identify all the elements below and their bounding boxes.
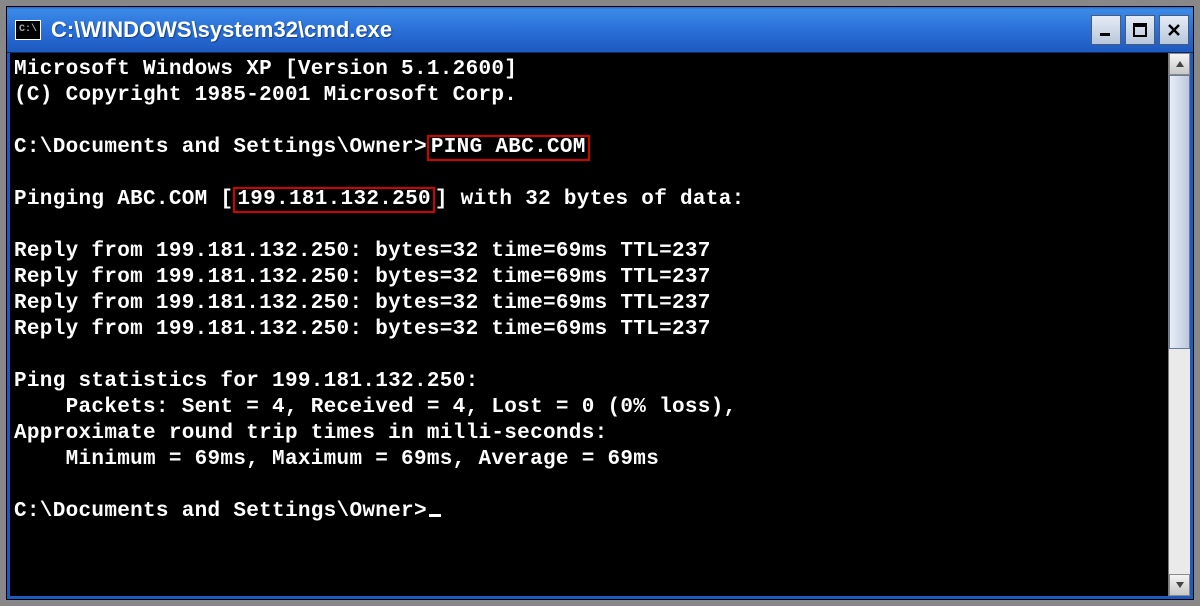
scroll-up-button[interactable] [1169, 53, 1190, 75]
close-button[interactable] [1159, 15, 1189, 45]
client-area: Microsoft Windows XP [Version 5.1.2600] … [7, 53, 1193, 599]
cmd-icon: C:\ [15, 20, 41, 40]
copyright-line: (C) Copyright 1985-2001 Microsoft Corp. [14, 84, 517, 107]
cursor-icon [429, 514, 441, 517]
stats-packets: Packets: Sent = 4, Received = 4, Lost = … [14, 396, 737, 419]
stats-approx: Approximate round trip times in milli-se… [14, 422, 608, 445]
scroll-track[interactable] [1169, 75, 1190, 574]
scroll-down-button[interactable] [1169, 574, 1190, 596]
window-controls [1091, 15, 1189, 45]
reply-line: Reply from 199.181.132.250: bytes=32 tim… [14, 240, 711, 263]
vertical-scrollbar[interactable] [1168, 53, 1190, 596]
maximize-button[interactable] [1125, 15, 1155, 45]
reply-line: Reply from 199.181.132.250: bytes=32 tim… [14, 292, 711, 315]
prompt-1: C:\Documents and Settings\Owner> [14, 136, 427, 159]
reply-line: Reply from 199.181.132.250: bytes=32 tim… [14, 318, 711, 341]
ping-command-highlight: PING ABC.COM [427, 135, 590, 161]
scroll-thumb[interactable] [1169, 75, 1190, 349]
window-title: C:\WINDOWS\system32\cmd.exe [51, 17, 1091, 43]
version-line: Microsoft Windows XP [Version 5.1.2600] [14, 58, 517, 81]
minimize-button[interactable] [1091, 15, 1121, 45]
cmd-window: C:\ C:\WINDOWS\system32\cmd.exe Microsof… [6, 6, 1194, 600]
pinging-pre: Pinging ABC.COM [ [14, 188, 233, 211]
ip-highlight: 199.181.132.250 [233, 187, 435, 213]
pinging-post: ] with 32 bytes of data: [435, 188, 745, 211]
titlebar[interactable]: C:\ C:\WINDOWS\system32\cmd.exe [7, 7, 1193, 53]
prompt-2: C:\Documents and Settings\Owner> [14, 500, 427, 523]
stats-times: Minimum = 69ms, Maximum = 69ms, Average … [14, 448, 659, 471]
terminal-output[interactable]: Microsoft Windows XP [Version 5.1.2600] … [10, 53, 1168, 596]
stats-header: Ping statistics for 199.181.132.250: [14, 370, 478, 393]
reply-line: Reply from 199.181.132.250: bytes=32 tim… [14, 266, 711, 289]
